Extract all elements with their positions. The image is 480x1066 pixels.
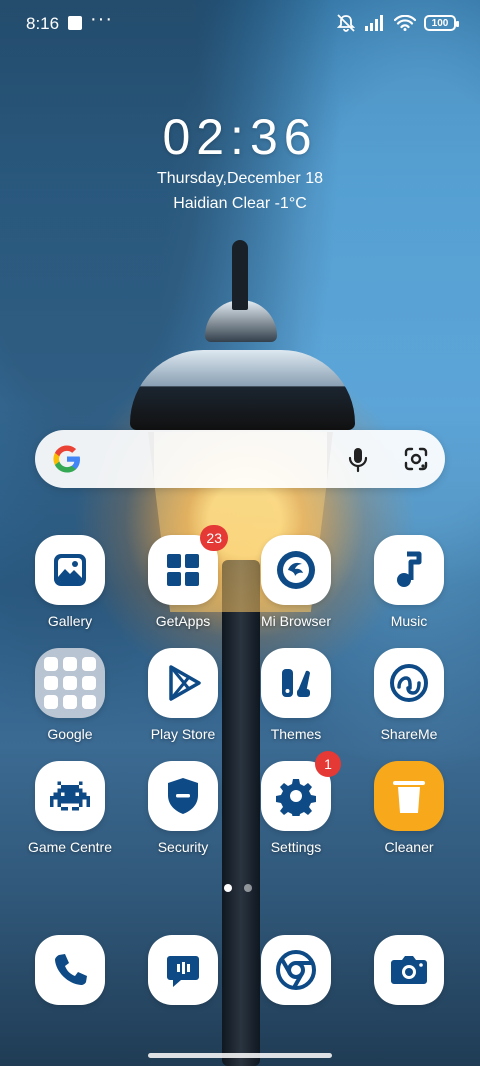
app-label: Cleaner xyxy=(384,839,434,855)
shield-icon xyxy=(148,761,218,831)
files-icon xyxy=(82,695,96,709)
folder-google[interactable]: Google xyxy=(15,648,125,742)
assistant-icon xyxy=(63,695,77,709)
app-security[interactable]: Security xyxy=(128,761,238,855)
space-invader-icon xyxy=(35,761,105,831)
app-label: Mi Browser xyxy=(260,613,331,629)
app-play-store[interactable]: Play Store xyxy=(128,648,238,742)
battery-level: 100 xyxy=(431,17,449,29)
folder-label: Google xyxy=(47,726,93,742)
app-settings[interactable]: 1 Settings xyxy=(241,751,351,855)
shareme-icon xyxy=(374,648,444,718)
getapps-icon: 23 xyxy=(148,525,228,605)
clock-date: Thursday,December 18 xyxy=(157,170,323,187)
app-mi-browser[interactable]: Mi Browser xyxy=(241,535,351,629)
page-dot[interactable] xyxy=(244,884,252,892)
music-note-icon xyxy=(374,535,444,605)
app-label: Security xyxy=(157,839,209,855)
signal-icon xyxy=(365,15,383,31)
google-search-bar[interactable] xyxy=(35,430,445,488)
mi-browser-icon xyxy=(261,535,331,605)
youtube-icon xyxy=(44,676,58,690)
app-music[interactable]: Music xyxy=(354,535,464,629)
mute-bell-icon xyxy=(336,14,356,32)
chrome-icon xyxy=(261,935,331,1005)
google-lens-icon[interactable] xyxy=(401,444,431,474)
dock-messages[interactable] xyxy=(128,935,238,1005)
page-dot-active[interactable] xyxy=(224,884,232,892)
phone-icon xyxy=(35,935,105,1005)
messages-icon xyxy=(148,935,218,1005)
camera-icon xyxy=(374,935,444,1005)
dock-phone[interactable] xyxy=(15,935,125,1005)
drive-icon xyxy=(63,676,77,690)
wifi-icon xyxy=(394,15,416,31)
app-label: GetApps xyxy=(155,613,211,629)
notification-badge: 1 xyxy=(315,751,341,777)
dock-chrome[interactable] xyxy=(241,935,351,1005)
status-time: 8:16 xyxy=(26,14,60,33)
app-themes[interactable]: Themes xyxy=(241,648,351,742)
app-label: Play Store xyxy=(150,726,216,742)
app-cleaner[interactable]: Cleaner xyxy=(354,761,464,855)
google-app-icon xyxy=(44,657,58,671)
app-label: Game Centre xyxy=(27,839,113,855)
gallery-icon xyxy=(35,535,105,605)
app-label: Themes xyxy=(270,726,322,742)
themes-icon xyxy=(261,648,331,718)
app-game-centre[interactable]: Game Centre xyxy=(15,761,125,855)
app-label: ShareMe xyxy=(380,726,438,742)
dock-camera[interactable] xyxy=(354,935,464,1005)
gear-icon: 1 xyxy=(261,751,341,831)
youtube-music-icon xyxy=(82,676,96,690)
trash-can-icon xyxy=(374,761,444,831)
notification-square-icon xyxy=(68,16,82,30)
app-gallery[interactable]: Gallery xyxy=(15,535,125,629)
app-getapps[interactable]: 23 GetApps xyxy=(128,525,238,629)
maps-icon xyxy=(82,657,96,671)
battery-icon: 100 xyxy=(424,15,459,31)
notification-badge: 23 xyxy=(200,525,228,551)
clock-time[interactable]: 02:36 xyxy=(0,108,480,166)
google-g-icon xyxy=(53,445,80,473)
gmail-icon xyxy=(63,657,77,671)
photos-icon xyxy=(44,695,58,709)
app-label: Settings xyxy=(270,839,322,855)
microphone-icon[interactable] xyxy=(343,444,373,474)
weather-text[interactable]: Haidian Clear -1°C xyxy=(0,195,480,213)
app-label: Music xyxy=(390,613,428,629)
app-label: Gallery xyxy=(47,613,93,629)
home-gesture-bar[interactable] xyxy=(148,1053,332,1058)
google-folder-icon xyxy=(35,648,105,718)
page-indicator xyxy=(224,884,252,892)
wallpaper-lamp-head xyxy=(130,350,355,430)
wallpaper-lamp-finial xyxy=(232,240,248,310)
more-notifications-icon: ··· xyxy=(90,8,113,30)
status-icons: 100 xyxy=(336,14,459,32)
play-store-icon xyxy=(148,648,218,718)
app-shareme[interactable]: ShareMe xyxy=(354,648,464,742)
status-bar: 8:16 ··· 100 xyxy=(0,0,480,48)
